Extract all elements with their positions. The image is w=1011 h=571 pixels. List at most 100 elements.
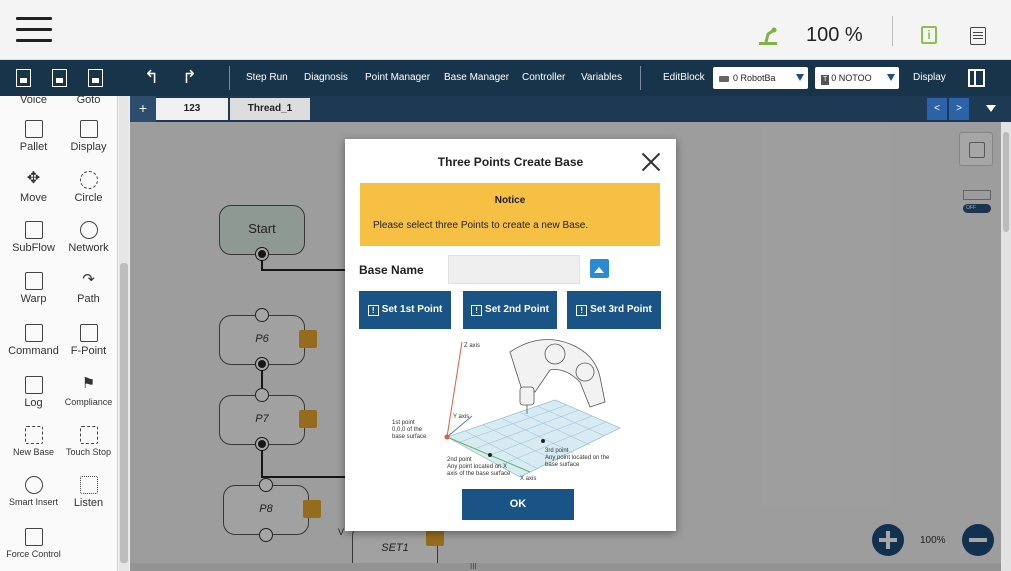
point-manager-button[interactable]: Point Manager [365, 60, 430, 96]
palette-network[interactable]: Network [61, 221, 116, 254]
divider [229, 66, 230, 90]
path-icon: ↷ [82, 271, 95, 288]
palette-force-control[interactable]: Force Control [6, 528, 61, 559]
undo-icon[interactable]: ↰ [144, 67, 159, 88]
point-1-caption: 1st point [392, 420, 415, 426]
robot-base-icon [719, 75, 729, 82]
flow-tab-bar: + 123 Thread_1 < > [130, 96, 1011, 122]
robot-arm-icon [759, 27, 777, 45]
set-3rd-point-label: Set 3rd Point [590, 304, 652, 315]
y-axis-label: Y axis [453, 414, 469, 420]
touch-stop-icon [79, 426, 98, 444]
palette-pallet[interactable]: Pallet [6, 120, 61, 153]
palette-compliance[interactable]: ⚑ Compliance [61, 376, 116, 408]
save-as-file-icon[interactable] [88, 69, 103, 87]
base-keyboard-button[interactable] [590, 259, 609, 278]
speed-value[interactable]: 100 % [806, 24, 863, 47]
palette-listen[interactable]: Listen [61, 476, 116, 509]
palette-label: Voice [20, 96, 47, 106]
variables-button[interactable]: Variables [581, 60, 622, 96]
scrollbar-thumb[interactable] [120, 263, 128, 563]
notice-box: Notice Please select three Points to cre… [360, 183, 660, 246]
ok-button[interactable]: OK [462, 489, 574, 520]
palette-new-base[interactable]: New Base [6, 426, 61, 457]
move-icon: ✥ [26, 170, 41, 187]
z-axis-label: Z axis [464, 343, 480, 349]
palette-circle[interactable]: Circle [61, 171, 116, 204]
palette-label: Pallet [19, 141, 48, 153]
robot-base-dropdown[interactable]: 0 RobotBa [713, 67, 808, 89]
menu-icon[interactable] [16, 17, 52, 43]
set-3rd-point-button[interactable]: ! Set 3rd Point [567, 291, 661, 329]
point-1-marker [444, 434, 450, 440]
palette-label: New Base [12, 447, 55, 457]
point-2-marker [488, 453, 492, 457]
new-file-icon[interactable] [16, 69, 31, 87]
alert-icon: ! [576, 305, 588, 316]
palette-label: Display [70, 141, 107, 153]
tab-prev-button[interactable]: < [927, 98, 947, 120]
palette-label: Network [68, 242, 109, 254]
palette-path[interactable]: ↷ Path [61, 271, 116, 306]
palette-smart-insert[interactable]: Smart Insert [6, 476, 61, 507]
tab-list-dropdown[interactable] [978, 98, 1004, 120]
base-creation-diagram: Z axis Y axis X axis 1st point 0,0,0 of … [392, 339, 621, 482]
palette-warp[interactable]: Warp [6, 272, 61, 305]
palette-label: Force Control [6, 549, 61, 559]
controller-button[interactable]: Controller [522, 60, 565, 96]
palette-label: Compliance [64, 397, 113, 407]
diagnosis-button[interactable]: Diagnosis [304, 60, 348, 96]
point-3-caption: base surface [545, 462, 580, 468]
tool-dropdown[interactable]: T0 NOTOO [815, 67, 899, 89]
palette-voice[interactable]: Voice [6, 96, 61, 106]
log-icon [24, 376, 43, 394]
base-manager-button[interactable]: Base Manager [444, 60, 509, 96]
point-2-caption: 2nd point [447, 457, 472, 463]
log-document-icon[interactable] [970, 27, 986, 45]
palette-command[interactable]: Command [6, 324, 61, 357]
info-icon[interactable]: i [921, 26, 937, 44]
palette-scrollbar[interactable] [119, 96, 129, 571]
display-button[interactable]: Display [913, 60, 946, 96]
notice-title: Notice [494, 195, 526, 206]
warp-icon [24, 272, 43, 290]
canvas-vertical-scrollbar[interactable] [1001, 122, 1011, 571]
base-name-input[interactable] [448, 255, 580, 284]
palette-touch-stop[interactable]: Touch Stop [61, 426, 116, 457]
palette-log[interactable]: Log [6, 376, 61, 409]
set-2nd-point-button[interactable]: ! Set 2nd Point [463, 291, 557, 329]
chevron-down-icon [796, 74, 804, 81]
palette-label: Path [77, 293, 100, 305]
divider [892, 16, 893, 46]
palette-label: Warp [20, 293, 47, 305]
palette-goto[interactable]: Goto [61, 96, 116, 106]
tab-thread-1[interactable]: Thread_1 [230, 98, 310, 120]
set-2nd-point-label: Set 2nd Point [485, 304, 549, 315]
point-3-caption: 3rd point [545, 448, 569, 454]
palette-f-point[interactable]: F-Point [61, 324, 116, 357]
force-control-icon [24, 528, 43, 546]
palette-display[interactable]: Display [61, 120, 116, 153]
f-point-icon [79, 324, 98, 342]
palette-label: Goto [76, 96, 101, 106]
save-file-icon[interactable] [52, 69, 67, 87]
add-tab-button[interactable]: + [130, 96, 156, 122]
tab-123[interactable]: 123 [156, 98, 228, 120]
scrollbar-thumb[interactable] [1003, 132, 1009, 232]
tab-next-button[interactable]: > [949, 98, 969, 120]
redo-icon[interactable]: ↱ [182, 67, 197, 88]
side-panel-icon[interactable] [968, 69, 985, 87]
display-icon [79, 120, 98, 138]
editblock-button[interactable]: EditBlock [663, 60, 705, 96]
step-run-button[interactable]: Step Run [246, 60, 288, 96]
status-bar: 100 % i [0, 0, 1011, 60]
close-icon[interactable] [640, 151, 662, 173]
chevron-down-icon [887, 74, 895, 81]
tool-badge: T [821, 75, 830, 85]
alert-icon: ! [471, 305, 483, 316]
z-axis-line [446, 341, 463, 438]
palette-move[interactable]: ✥ Move [6, 170, 61, 205]
robot-base-value: 0 RobotBa [733, 73, 776, 83]
set-1st-point-button[interactable]: ! Set 1st Point [359, 291, 451, 329]
palette-subflow[interactable]: SubFlow [6, 221, 61, 254]
